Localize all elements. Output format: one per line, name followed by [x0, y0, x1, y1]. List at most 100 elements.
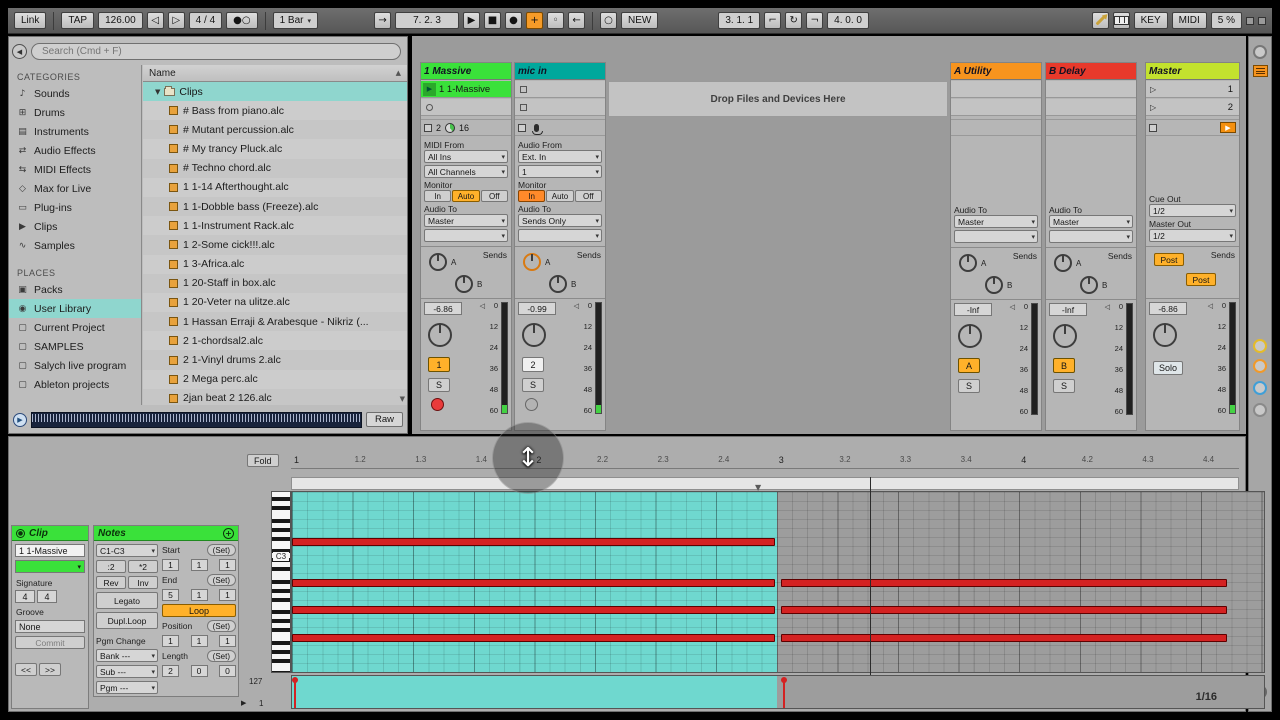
new-scene-button[interactable]: NEW	[621, 12, 659, 29]
cue-out-chooser[interactable]: 1/2	[1149, 204, 1236, 217]
file-row[interactable]: # Bass from piano.alc	[143, 101, 407, 121]
volume-display[interactable]: -Inf	[954, 303, 992, 316]
scene-slot-2[interactable]: ▷ 2	[1146, 99, 1239, 116]
sort-asc-icon[interactable]: ▲	[396, 69, 401, 77]
session-record-button[interactable]: ○	[600, 12, 618, 29]
loop-start-field[interactable]: 3. 1. 1	[718, 12, 761, 29]
sidebar-item-ableton-projects[interactable]: ▢ Ableton projects	[9, 375, 141, 394]
pre-post-toggle-a[interactable]: Post	[1154, 253, 1184, 266]
value-box[interactable]: 1	[219, 589, 236, 601]
file-row[interactable]: 1 3-Africa.alc	[143, 254, 407, 274]
file-row[interactable]: 2 1-chordsal2.alc	[143, 331, 407, 351]
draw-mode-button[interactable]	[1091, 12, 1109, 29]
file-row[interactable]: 2jan beat 2 126.alc	[143, 389, 407, 405]
loop-button[interactable]: ↻	[785, 12, 803, 29]
drop-zone[interactable]: Drop Files and Devices Here	[608, 81, 948, 117]
nudge-down-button[interactable]: ◁	[146, 12, 164, 29]
monitor-auto-button[interactable]: Auto	[452, 190, 480, 202]
track-stop-icon[interactable]	[424, 123, 432, 132]
value-box[interactable]: 1	[162, 559, 179, 571]
midi-note[interactable]	[781, 634, 1228, 642]
output-type-chooser[interactable]: Master	[1049, 215, 1133, 228]
browser-collapse-icon[interactable]: ◀	[12, 44, 27, 59]
track-stop-icon[interactable]	[518, 123, 526, 132]
punch-in-button[interactable]: ⌐	[764, 12, 782, 29]
preview-waveform[interactable]	[31, 411, 362, 428]
invert-button[interactable]: Inv	[128, 576, 158, 589]
add-icon[interactable]: +	[223, 527, 234, 539]
record-button[interactable]: ●	[505, 12, 523, 29]
file-row[interactable]: 1 1-Instrument Rack.alc	[143, 216, 407, 236]
clip-play-icon[interactable]: ▶	[423, 82, 436, 96]
link-button[interactable]: Link	[14, 12, 47, 29]
track-title[interactable]: Master	[1146, 63, 1239, 80]
midi-note[interactable]	[292, 538, 775, 546]
output-channel-chooser[interactable]	[518, 229, 602, 242]
commit-button[interactable]: Commit	[15, 636, 85, 649]
output-channel-chooser[interactable]	[424, 229, 508, 242]
file-row[interactable]: 1 20-Staff in box.alc	[143, 274, 407, 293]
sidebar-item-current-project[interactable]: ▢ Current Project	[9, 318, 141, 337]
midi-note[interactable]	[781, 606, 1228, 614]
nudge-up-button[interactable]: ▷	[167, 12, 185, 29]
fold-range-chooser[interactable]: C1-C3	[96, 544, 158, 557]
solo-button[interactable]: S	[958, 379, 980, 393]
file-row[interactable]: # Mutant percussion.alc	[143, 120, 407, 139]
file-row[interactable]: 1 20-Veter na ulitze.alc	[143, 292, 407, 313]
midi-map-button[interactable]: MIDI	[1171, 12, 1207, 29]
set-start-button[interactable]: (Set)	[206, 544, 236, 556]
velocity-lane[interactable]	[291, 675, 1265, 709]
track-activator-button[interactable]: 2	[522, 357, 544, 372]
track-activator-button[interactable]: B	[1053, 358, 1075, 373]
file-row[interactable]: 1 1-14 Afterthought.alc	[143, 177, 407, 197]
volume-display[interactable]: -0.99	[518, 302, 556, 315]
mixer-section-toggle-icon[interactable]	[1253, 403, 1267, 417]
monitor-off-button[interactable]: Off	[574, 190, 602, 202]
sidebar-item-samples[interactable]: ▢ SAMPLES	[9, 337, 141, 356]
file-row[interactable]: 2 Mega perc.alc	[143, 369, 407, 389]
reverse-button[interactable]: Rev	[96, 576, 126, 589]
pan-knob[interactable]	[1153, 323, 1177, 347]
arrangement-overdub-button[interactable]: +	[526, 12, 544, 29]
next-clip-button[interactable]: >>	[39, 663, 61, 676]
velocity-marker[interactable]	[292, 677, 298, 708]
punch-out-button[interactable]: ¬	[806, 12, 824, 29]
output-type-chooser[interactable]: Sends Only	[518, 214, 602, 227]
send-a-knob[interactable]	[523, 253, 541, 271]
sidebar-item-clips[interactable]: ▶ Clips	[9, 217, 141, 236]
expand-icon[interactable]: ▼	[155, 88, 160, 96]
play-button[interactable]: ▶	[463, 12, 481, 29]
clip-name-field[interactable]: 1 1-Massive	[15, 544, 85, 557]
stop-all-clips-button[interactable]	[1149, 123, 1157, 132]
folder-row-clips[interactable]: ▼ Clips	[143, 82, 407, 101]
volume-display[interactable]: -6.86	[1149, 302, 1187, 315]
overview-toggle-icon[interactable]	[1253, 45, 1267, 59]
monitor-in-button[interactable]: In	[518, 190, 546, 202]
tempo-field[interactable]: 126.00	[98, 12, 143, 29]
arrangement-position-display[interactable]: 7. 2. 3	[395, 12, 460, 29]
io-section-toggle-icon[interactable]	[1253, 339, 1267, 353]
piano-keys[interactable]: C3	[271, 491, 291, 673]
monitor-in-button[interactable]: In	[424, 190, 452, 202]
sidebar-item-plug-ins[interactable]: ▭ Plug-ins	[9, 198, 141, 217]
clip-slot-empty[interactable]	[515, 81, 605, 98]
search-input[interactable]	[31, 43, 401, 60]
midi-note[interactable]	[781, 579, 1228, 587]
key-map-button[interactable]: KEY	[1133, 12, 1168, 29]
volume-display[interactable]: -Inf	[1049, 303, 1087, 316]
clip-slot-empty[interactable]	[421, 99, 511, 116]
loop-length-field[interactable]: 4. 0. 0	[827, 12, 869, 29]
scene-slot-1[interactable]: ▷ 1	[1146, 81, 1239, 98]
track-title[interactable]: A Utility	[951, 63, 1041, 80]
input-channel-chooser[interactable]: 1	[518, 165, 602, 178]
sidebar-item-max-for-live[interactable]: ◇ Max for Live	[9, 179, 141, 198]
program-chooser[interactable]: Pgm ---	[96, 681, 158, 694]
preview-toggle-icon[interactable]: ▶	[13, 412, 27, 427]
sidebar-item-user-library[interactable]: ◉ User Library	[9, 299, 141, 318]
follow-button[interactable]: →	[374, 12, 392, 29]
grid-resolution-label[interactable]: 1/16	[1196, 691, 1217, 703]
track-title[interactable]: 1 Massive	[421, 63, 511, 80]
value-box[interactable]: 0	[219, 665, 236, 677]
output-type-chooser[interactable]: Master	[954, 215, 1038, 228]
scene-play-icon[interactable]: ▷	[1150, 85, 1156, 94]
